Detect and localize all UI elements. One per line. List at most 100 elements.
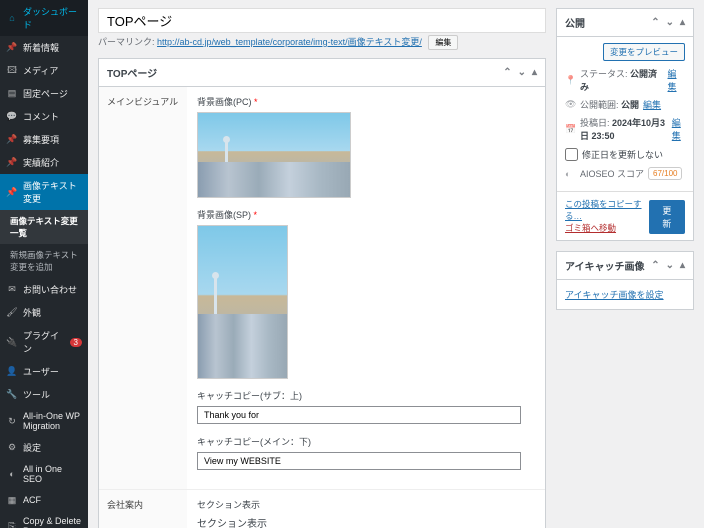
sidebar-item-0[interactable]: ⌂ダッシュボード	[0, 0, 88, 36]
publish-row: 👁公開範囲: 公開 編集	[565, 98, 685, 111]
sidebar-item-label: コメント	[23, 110, 59, 123]
sidebar-item-13[interactable]: 👤ユーザー	[0, 360, 88, 383]
metabox-header: TOPページ ⌃ ⌄ ▴	[99, 59, 545, 87]
section-content: セクション表示 セクション表示	[187, 490, 545, 528]
edit-link[interactable]: 編集	[672, 116, 685, 142]
sidebar-item-label: お問い合わせ	[23, 283, 77, 296]
field-label: セクション表示	[197, 498, 535, 511]
sidebar-item-label: ユーザー	[23, 365, 59, 378]
seo-icon: ◐	[6, 468, 18, 480]
trash-link[interactable]: ゴミ箱へ移動	[565, 222, 649, 234]
text-input[interactable]	[197, 406, 521, 424]
sidebar-item-label: Copy & Delete Posts	[23, 516, 82, 528]
no-update-date-checkbox[interactable]	[565, 148, 578, 161]
sidebar-item-label: 画像テキスト変更	[23, 179, 82, 205]
pin-icon: 📌	[6, 42, 18, 54]
placeholder-field: セクション表示	[197, 515, 535, 528]
migrate-icon: ↻	[6, 415, 18, 427]
chevron-down-icon[interactable]: ⌄	[518, 67, 526, 78]
chevron-down-icon[interactable]: ⌄	[666, 17, 674, 28]
sidebar-item-2[interactable]: 🖾メディア	[0, 59, 88, 82]
appearance-icon: 🖌	[6, 307, 18, 319]
image-preview[interactable]	[197, 112, 351, 198]
field-label: キャッチコピー(サブ：上)	[197, 389, 535, 402]
set-featured-image-link[interactable]: アイキャッチ画像を設定	[565, 290, 664, 300]
sidebar-item-label: 募集要項	[23, 133, 59, 146]
section-label: メインビジュアル	[99, 87, 187, 489]
sidebar-item-5[interactable]: 📌 募集要項	[0, 128, 88, 151]
seo-score-badge: 67/100	[648, 167, 682, 180]
sidebar-item-label: ツール	[23, 388, 50, 401]
section-label: 会社案内	[99, 490, 187, 528]
publish-title: 公開	[565, 15, 585, 30]
chevron-down-icon[interactable]: ⌄	[666, 260, 674, 271]
toggle-icon[interactable]: ▴	[532, 67, 537, 78]
sidebar-item-label: All-in-One WP Migration	[23, 411, 82, 431]
main-content: パーマリンク: http://ab-cd.jp/web_template/cor…	[88, 0, 704, 528]
admin-sidebar: ⌂ダッシュボード📌新着情報🖾メディア▤固定ページ💬コメント📌募集要項📌実績紹介📌…	[0, 0, 88, 528]
permalink-label: パーマリンク:	[98, 37, 155, 47]
sidebar-item-label: 外観	[23, 306, 41, 319]
sidebar-item-17[interactable]: ◐All in One SEO	[0, 459, 88, 489]
sidebar-item-9[interactable]: 新規画像テキスト変更を追加	[0, 244, 88, 278]
sidebar-item-8[interactable]: 画像テキスト変更 一覧	[0, 210, 88, 244]
sidebar-item-label: ダッシュボード	[23, 5, 82, 31]
chevron-up-icon[interactable]: ⌃	[651, 260, 659, 271]
sidebar-item-18[interactable]: ▦ ACF	[0, 489, 88, 511]
chevron-up-icon[interactable]: ⌃	[503, 67, 511, 78]
sidebar-item-16[interactable]: ⚙設定	[0, 436, 88, 459]
preview-button[interactable]: 変更をプレビュー	[603, 43, 685, 61]
page-title-input[interactable]	[98, 8, 546, 33]
copy-post-link[interactable]: この投稿をコピーする…	[565, 198, 649, 222]
pin-icon: 📌	[6, 186, 18, 198]
sidebar-item-label: 固定ページ	[23, 87, 68, 100]
featured-image-metabox: アイキャッチ画像 ⌃ ⌄ ▴ アイキャッチ画像を設定	[556, 251, 694, 310]
sidebar-item-3[interactable]: ▤ 固定ページ	[0, 82, 88, 105]
sidebar-item-11[interactable]: 🖌 外観	[0, 301, 88, 324]
page-icon: ▤	[6, 88, 18, 100]
sidebar-item-4[interactable]: 💬 コメント	[0, 105, 88, 128]
edit-link[interactable]: 編集	[668, 67, 685, 93]
sidebar-item-1[interactable]: 📌新着情報	[0, 36, 88, 59]
sidebar-item-14[interactable]: 🔧 ツール	[0, 383, 88, 406]
sidebar-item-7[interactable]: 📌 画像テキスト変更	[0, 174, 88, 210]
sidebar-item-15[interactable]: ↻ All-in-One WP Migration	[0, 406, 88, 436]
text-input[interactable]	[197, 452, 521, 470]
visibility-icon: 👁	[565, 99, 576, 110]
publish-row: 📅投稿日: 2024年10月3日 23:50 編集	[565, 116, 685, 142]
field-label: 背景画像(PC) *	[197, 95, 535, 108]
calendar-icon: 📅	[565, 124, 576, 135]
sidebar-item-10[interactable]: ✉ お問い合わせ	[0, 278, 88, 301]
permalink-row: パーマリンク: http://ab-cd.jp/web_template/cor…	[98, 35, 546, 50]
toggle-icon[interactable]: ▴	[680, 260, 685, 271]
sidebar-item-label: 実績紹介	[23, 156, 59, 169]
metabox-toggles: ⌃ ⌄ ▴	[503, 67, 537, 78]
acf-icon: ▦	[6, 494, 18, 506]
content-metabox: TOPページ ⌃ ⌄ ▴ メインビジュアル背景画像(PC) * 背景画像(SP) …	[98, 58, 546, 528]
field-label: キャッチコピー(メイン：下)	[197, 435, 535, 448]
sidebar-item-19[interactable]: ⎘ Copy & Delete Posts	[0, 511, 88, 528]
seo-label: AIOSEO スコア	[580, 167, 644, 180]
tool-icon: 🔧	[6, 389, 18, 401]
permalink-edit-button[interactable]: 編集	[428, 35, 458, 50]
comment-icon: 💬	[6, 111, 18, 123]
chevron-up-icon[interactable]: ⌃	[651, 17, 659, 28]
image-preview[interactable]	[197, 225, 288, 379]
field-label: 背景画像(SP) *	[197, 208, 535, 221]
edit-link[interactable]: 編集	[643, 98, 661, 111]
toggle-icon[interactable]: ▴	[680, 17, 685, 28]
copy-icon: ⎘	[6, 520, 18, 528]
sidebar-item-label: 新規画像テキスト変更を追加	[10, 250, 78, 272]
publish-metabox: 公開 ⌃ ⌄ ▴ 変更をプレビュー 📍ステータス: 公開済み 編集👁公開範囲: …	[556, 8, 694, 241]
permalink-url[interactable]: http://ab-cd.jp/web_template/corporate/i…	[157, 37, 422, 47]
sidebar-item-label: プラグイン	[23, 329, 62, 355]
pin-icon: 📌	[6, 134, 18, 146]
sidebar-item-6[interactable]: 📌実績紹介	[0, 151, 88, 174]
sidebar-item-label: ACF	[23, 495, 41, 505]
section-content: 背景画像(PC) * 背景画像(SP) * キャッチコピー(サブ：上) キャッチコピ…	[187, 87, 545, 489]
update-button[interactable]: 更新	[649, 200, 685, 234]
mail-icon: ✉	[6, 284, 18, 296]
status-icon: 📍	[565, 75, 576, 86]
metabox-title: TOPページ	[107, 65, 157, 80]
sidebar-item-12[interactable]: 🔌プラグイン3	[0, 324, 88, 360]
